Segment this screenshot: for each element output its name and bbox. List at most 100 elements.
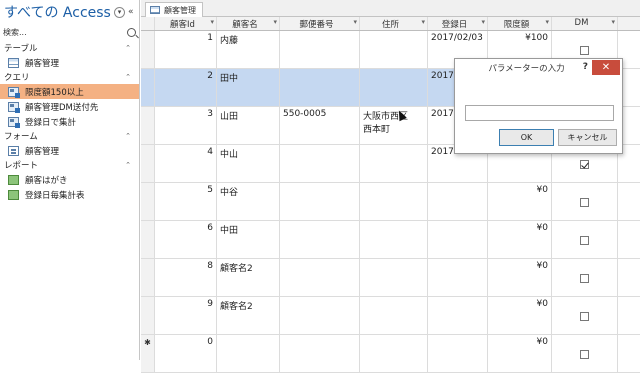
nav-group-header[interactable]: クエリ ⌃ xyxy=(0,70,139,84)
record-selector[interactable] xyxy=(141,31,155,68)
cell-limit[interactable]: ¥0 xyxy=(488,221,552,258)
ok-button[interactable]: OK xyxy=(499,129,554,146)
cell-id[interactable]: 5 xyxy=(155,183,217,220)
nav-collapse-icon[interactable]: « xyxy=(128,7,134,17)
cell-id[interactable]: 9 xyxy=(155,297,217,334)
cell-id[interactable]: 1 xyxy=(155,31,217,68)
nav-search-box[interactable]: 検索... xyxy=(3,25,136,39)
cell-zip[interactable] xyxy=(280,145,360,182)
cell-zip[interactable] xyxy=(280,221,360,258)
cell-name[interactable] xyxy=(217,335,280,372)
dm-checkbox[interactable] xyxy=(580,350,589,359)
record-selector[interactable]: ✱ xyxy=(141,335,155,372)
cell-name[interactable]: 中田 xyxy=(217,221,280,258)
nav-menu-icon[interactable]: ▾ xyxy=(114,6,125,18)
column-header-dm[interactable]: DM xyxy=(552,17,618,30)
cell-date[interactable] xyxy=(428,297,488,334)
nav-item[interactable]: 登録日毎集計表 xyxy=(0,187,139,202)
cell-name[interactable]: 山田 xyxy=(217,107,280,144)
cell-zip[interactable] xyxy=(280,259,360,296)
column-header-date[interactable]: 登録日 xyxy=(428,17,488,30)
cell-id[interactable]: 6 xyxy=(155,221,217,258)
cell-id[interactable]: 0 xyxy=(155,335,217,372)
record-selector[interactable] xyxy=(141,145,155,182)
cell-addr1[interactable] xyxy=(360,31,428,68)
cell-zip[interactable] xyxy=(280,297,360,334)
table-row[interactable]: 8 顧客名2 ¥0 xyxy=(141,259,640,297)
table-row[interactable]: 9 顧客名2 ¥0 xyxy=(141,297,640,335)
cell-date[interactable] xyxy=(428,183,488,220)
record-selector[interactable] xyxy=(141,183,155,220)
cell-zip[interactable] xyxy=(280,335,360,372)
nav-group-header[interactable]: テーブル ⌃ xyxy=(0,41,139,55)
select-all-corner[interactable] xyxy=(141,17,155,30)
cell-limit[interactable]: ¥0 xyxy=(488,335,552,372)
dm-checkbox[interactable] xyxy=(580,46,589,55)
column-header-name[interactable]: 顧客名 xyxy=(217,17,280,30)
cell-name[interactable]: 田中 xyxy=(217,69,280,106)
collapse-chevron-icon[interactable]: ⌃ xyxy=(125,73,131,81)
cell-name[interactable]: 内藤 xyxy=(217,31,280,68)
dm-checkbox[interactable] xyxy=(580,198,589,207)
record-selector[interactable] xyxy=(141,221,155,258)
cell-date[interactable] xyxy=(428,335,488,372)
cell-addr1[interactable] xyxy=(360,145,428,182)
cell-name[interactable]: 中山 xyxy=(217,145,280,182)
table-row[interactable]: ✱ 0 ¥0 xyxy=(141,335,640,373)
collapse-chevron-icon[interactable]: ⌃ xyxy=(125,132,131,140)
nav-group-header[interactable]: フォーム ⌃ xyxy=(0,129,139,143)
cell-addr1[interactable] xyxy=(360,335,428,372)
cell-addr1[interactable] xyxy=(360,297,428,334)
nav-item[interactable]: 顧客はがき xyxy=(0,172,139,187)
nav-item[interactable]: 顧客管理 xyxy=(0,55,139,70)
nav-item[interactable]: 顧客管理 xyxy=(0,143,139,158)
cell-name[interactable]: 顧客名2 xyxy=(217,297,280,334)
column-header-zip[interactable]: 郵便番号 xyxy=(280,17,360,30)
collapse-chevron-icon[interactable]: ⌃ xyxy=(125,44,131,52)
tab-customer-management[interactable]: 顧客管理 xyxy=(145,2,203,17)
cell-id[interactable]: 2 xyxy=(155,69,217,106)
cancel-button[interactable]: キャンセル xyxy=(558,129,617,146)
cell-id[interactable]: 4 xyxy=(155,145,217,182)
cell-addr1[interactable] xyxy=(360,69,428,106)
parameter-input[interactable] xyxy=(465,105,614,121)
dm-checkbox[interactable] xyxy=(580,312,589,321)
dm-checkbox[interactable] xyxy=(580,160,589,169)
help-icon[interactable]: ? xyxy=(583,62,588,72)
cell-addr1[interactable]: 大阪市西区 西本町 xyxy=(360,107,428,144)
table-row[interactable]: 5 中谷 ¥0 xyxy=(141,183,640,221)
nav-item[interactable]: 顧客管理DM送付先 xyxy=(0,99,139,114)
cell-zip[interactable]: 550-0005 xyxy=(280,107,360,144)
cell-zip[interactable] xyxy=(280,69,360,106)
cell-date[interactable] xyxy=(428,259,488,296)
record-selector[interactable] xyxy=(141,259,155,296)
cell-zip[interactable] xyxy=(280,31,360,68)
nav-group-header[interactable]: レポート ⌃ xyxy=(0,158,139,172)
record-selector[interactable] xyxy=(141,297,155,334)
nav-search-input[interactable]: 検索... xyxy=(3,27,127,38)
cell-date[interactable] xyxy=(428,221,488,258)
cell-limit[interactable]: ¥0 xyxy=(488,183,552,220)
dm-checkbox[interactable] xyxy=(580,236,589,245)
cell-id[interactable]: 3 xyxy=(155,107,217,144)
nav-title[interactable]: すべての Access... xyxy=(4,2,112,22)
nav-item[interactable]: 限度額150以上 xyxy=(0,84,139,99)
cell-name[interactable]: 顧客名2 xyxy=(217,259,280,296)
table-row[interactable]: 6 中田 ¥0 xyxy=(141,221,640,259)
nav-item[interactable]: 登録日で集計 xyxy=(0,114,139,129)
cell-name[interactable]: 中谷 xyxy=(217,183,280,220)
cell-limit[interactable]: ¥0 xyxy=(488,297,552,334)
record-selector[interactable] xyxy=(141,69,155,106)
cell-addr1[interactable] xyxy=(360,183,428,220)
column-header-limit[interactable]: 限度額 xyxy=(488,17,552,30)
cell-id[interactable]: 8 xyxy=(155,259,217,296)
cell-limit[interactable]: ¥0 xyxy=(488,259,552,296)
cell-zip[interactable] xyxy=(280,183,360,220)
column-header-id[interactable]: 顧客Id xyxy=(155,17,217,30)
cell-addr1[interactable] xyxy=(360,259,428,296)
record-selector[interactable] xyxy=(141,107,155,144)
dm-checkbox[interactable] xyxy=(580,274,589,283)
close-icon[interactable]: ✕ xyxy=(592,60,620,75)
cell-addr1[interactable] xyxy=(360,221,428,258)
column-header-address[interactable]: 住所 xyxy=(360,17,428,30)
